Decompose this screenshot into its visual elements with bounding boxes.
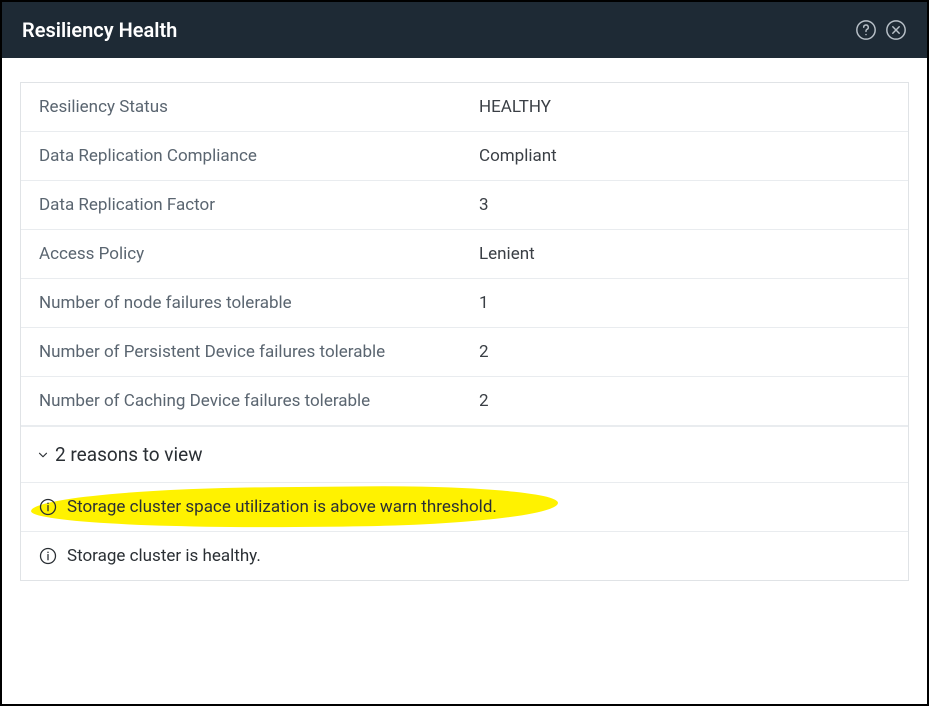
table-row: Data Replication Compliance Compliant bbox=[21, 132, 908, 181]
table-row: Number of Caching Device failures tolera… bbox=[21, 377, 908, 426]
row-value: Lenient bbox=[479, 244, 890, 264]
modal-header: Resiliency Health bbox=[2, 2, 927, 58]
expand-label: 2 reasons to view bbox=[55, 443, 202, 466]
reason-item: Storage cluster space utilization is abo… bbox=[21, 482, 908, 531]
close-icon[interactable] bbox=[885, 19, 907, 41]
row-label: Number of Persistent Device failures tol… bbox=[39, 342, 479, 362]
row-value: HEALTHY bbox=[479, 97, 890, 117]
info-icon bbox=[39, 547, 57, 565]
table-row: Number of Persistent Device failures tol… bbox=[21, 328, 908, 377]
resiliency-table: Resiliency Status HEALTHY Data Replicati… bbox=[20, 82, 909, 581]
row-value: Compliant bbox=[479, 146, 890, 166]
table-row: Resiliency Status HEALTHY bbox=[21, 83, 908, 132]
row-value: 2 bbox=[479, 342, 890, 362]
reason-item: Storage cluster is healthy. bbox=[21, 531, 908, 580]
modal-title: Resiliency Health bbox=[22, 18, 177, 42]
help-icon[interactable] bbox=[855, 19, 877, 41]
row-label: Number of Caching Device failures tolera… bbox=[39, 391, 479, 411]
row-label: Access Policy bbox=[39, 244, 479, 264]
row-label: Resiliency Status bbox=[39, 97, 479, 117]
row-label: Data Replication Factor bbox=[39, 195, 479, 215]
reason-text: Storage cluster is healthy. bbox=[67, 546, 261, 566]
table-row: Access Policy Lenient bbox=[21, 230, 908, 279]
row-value: 1 bbox=[479, 293, 890, 313]
table-row: Number of node failures tolerable 1 bbox=[21, 279, 908, 328]
row-label: Data Replication Compliance bbox=[39, 146, 479, 166]
expand-reasons-toggle[interactable]: 2 reasons to view bbox=[21, 427, 908, 482]
row-label: Number of node failures tolerable bbox=[39, 293, 479, 313]
modal-header-actions bbox=[855, 19, 907, 41]
modal-body: Resiliency Status HEALTHY Data Replicati… bbox=[2, 58, 927, 605]
row-value: 3 bbox=[479, 195, 890, 215]
chevron-down-icon bbox=[35, 447, 51, 463]
reason-text: Storage cluster space utilization is abo… bbox=[67, 497, 497, 517]
reasons-block: 2 reasons to view Storage cluster space … bbox=[21, 426, 908, 580]
info-icon bbox=[39, 498, 57, 516]
table-row: Data Replication Factor 3 bbox=[21, 181, 908, 230]
row-value: 2 bbox=[479, 391, 890, 411]
